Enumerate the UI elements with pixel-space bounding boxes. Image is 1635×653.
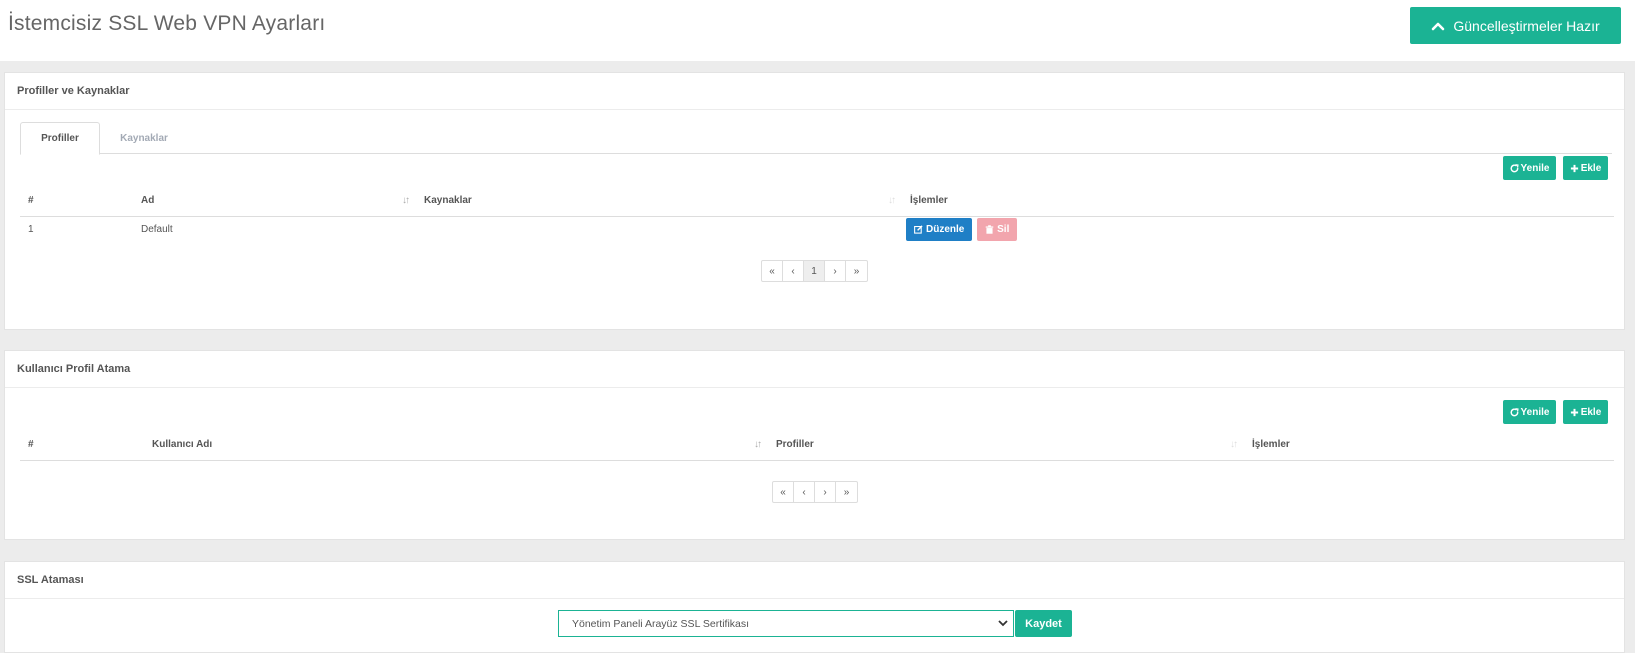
column-header-resources[interactable]: Kaynaklar ↓↑ [416, 185, 902, 217]
column-header-username[interactable]: Kullanıcı Adı ↓↑ [144, 429, 768, 461]
sort-icon: ↓↑ [1230, 439, 1238, 450]
ssl-certificate-value: Yönetim Paneli Arayüz SSL Sertifikası [572, 617, 750, 630]
column-header-resources-label: Kaynaklar [424, 194, 472, 206]
page-last[interactable]: » [836, 482, 857, 502]
column-header-profiles[interactable]: Profiller ↓↑ [768, 429, 1244, 461]
top-bar: İstemcisiz SSL Web VPN Ayarları Güncelle… [0, 0, 1635, 61]
page-first[interactable]: « [762, 261, 783, 281]
column-header-profiles-label: Profiller [776, 438, 814, 450]
row-actions: Düzenle Sil [902, 216, 1614, 243]
column-header-actions: İşlemler [1244, 429, 1614, 461]
chevron-up-icon [1432, 22, 1445, 30]
profiles-refresh-label: Yenile [1520, 162, 1550, 174]
refresh-icon [1510, 407, 1519, 416]
page-last[interactable]: » [846, 261, 867, 281]
tab-resources[interactable]: Kaynaklar [102, 122, 186, 155]
row-resources [416, 216, 902, 243]
profiles-add-button[interactable]: Ekle [1563, 156, 1608, 180]
profiles-refresh-button[interactable]: Yenile [1503, 156, 1556, 180]
updates-ready-button[interactable]: Güncelleştirmeler Hazır [1410, 7, 1621, 44]
trash-icon [985, 225, 994, 234]
profiles-pagination: « ‹ 1 › » [761, 260, 868, 282]
sort-icon: ↓↑ [402, 195, 410, 206]
updates-ready-label: Güncelleştirmeler Hazır [1453, 17, 1600, 34]
profiles-add-label: Ekle [1580, 162, 1602, 174]
plus-icon [1570, 408, 1578, 416]
profiles-tabs: Profiller Kaynaklar [20, 122, 1612, 155]
user-profile-assignment-panel: Kullanıcı Profil Atama Yenile Ekle # Kul… [4, 350, 1625, 540]
profiles-resources-panel: Profiller ve Kaynaklar Profiller Kaynakl… [4, 72, 1625, 330]
ssl-certificate-select[interactable]: Yönetim Paneli Arayüz SSL Sertifikası [558, 610, 1014, 637]
profiles-table-header: # Ad ↓↑ Kaynaklar ↓↑ İşlemler [20, 185, 1614, 217]
refresh-icon [1510, 163, 1519, 172]
column-header-number[interactable]: # [20, 185, 133, 217]
edit-button[interactable]: Düzenle [906, 218, 973, 242]
ssl-panel-title: SSL Ataması [5, 562, 1624, 599]
profiles-table: # Ad ↓↑ Kaynaklar ↓↑ İşlemler 1 Default Dü… [20, 185, 1614, 243]
column-header-username-label: Kullanıcı Adı [152, 438, 213, 450]
delete-button[interactable]: Sil [977, 218, 1018, 242]
page-next[interactable]: › [815, 482, 836, 502]
column-header-name-label: Ad [141, 194, 155, 206]
user-assignment-table: # Kullanıcı Adı ↓↑ Profiller ↓↑ İşlemler [20, 429, 1614, 461]
user-table-header: # Kullanıcı Adı ↓↑ Profiller ↓↑ İşlemler [20, 429, 1614, 461]
users-pagination: « ‹ › » [772, 481, 858, 503]
page-next[interactable]: › [825, 261, 846, 281]
save-button[interactable]: Kaydet [1015, 610, 1072, 637]
user-panel-title: Kullanıcı Profil Atama [5, 351, 1624, 388]
page-number[interactable]: 1 [804, 261, 825, 281]
column-header-name[interactable]: Ad ↓↑ [133, 185, 416, 217]
sort-icon: ↓↑ [754, 439, 762, 450]
users-add-button[interactable]: Ekle [1563, 400, 1608, 424]
tab-profiles[interactable]: Profiller [20, 122, 100, 155]
chevron-down-icon [998, 620, 1008, 627]
column-header-number[interactable]: # [20, 429, 144, 461]
sort-icon: ↓↑ [888, 195, 896, 206]
page-prev[interactable]: ‹ [794, 482, 815, 502]
users-refresh-label: Yenile [1520, 406, 1550, 418]
users-refresh-button[interactable]: Yenile [1503, 400, 1556, 424]
plus-icon [1570, 164, 1578, 172]
page-title: İstemcisiz SSL Web VPN Ayarları [8, 12, 326, 35]
page-first[interactable]: « [773, 482, 794, 502]
profiles-panel-title: Profiller ve Kaynaklar [5, 73, 1624, 110]
row-number: 1 [28, 224, 34, 236]
row-profile-name: Default [141, 224, 173, 236]
delete-button-label: Sil [997, 224, 1010, 236]
ssl-assignment-panel: SSL Ataması Yönetim Paneli Arayüz SSL Se… [4, 561, 1625, 653]
page-prev[interactable]: ‹ [783, 261, 804, 281]
edit-button-label: Düzenle [926, 224, 965, 236]
users-add-label: Ekle [1580, 406, 1602, 418]
table-row: 1 Default Düzenle Sil [20, 216, 1614, 243]
edit-icon [914, 225, 923, 234]
column-header-actions: İşlemler [902, 185, 1614, 217]
